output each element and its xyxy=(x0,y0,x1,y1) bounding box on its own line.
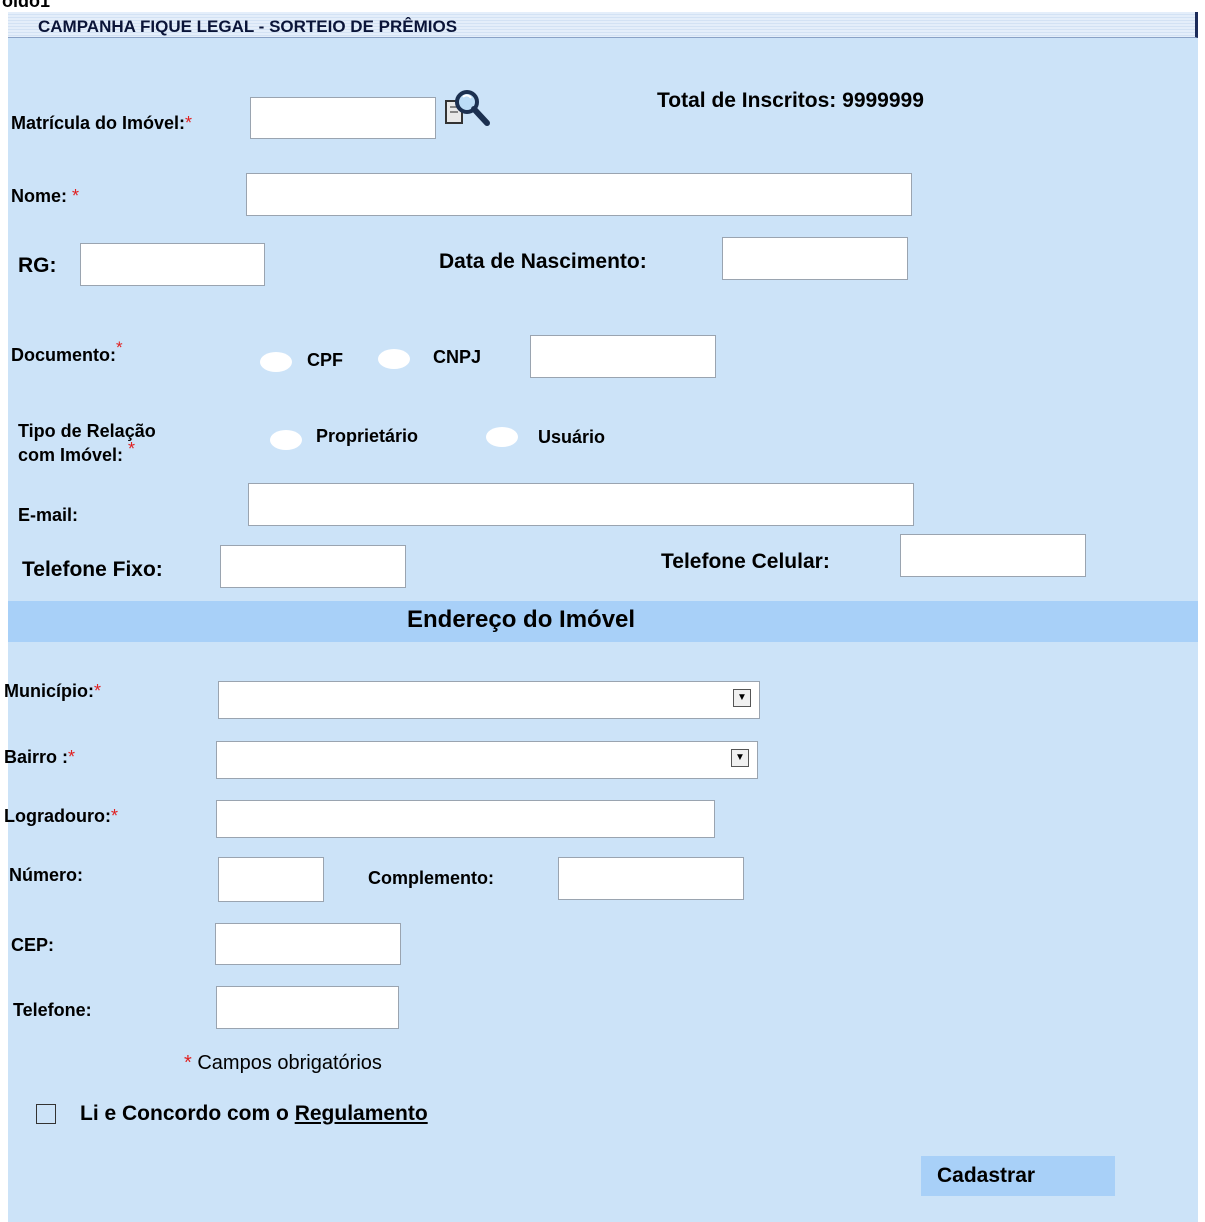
required-mark: * xyxy=(184,1052,192,1074)
bairro-label: Bairro :* xyxy=(4,747,75,768)
frame-title: oldo1 xyxy=(2,0,50,11)
data-nascimento-input[interactable] xyxy=(722,237,908,280)
required-note-text: Campos obrigatórios xyxy=(197,1052,382,1074)
nome-input[interactable] xyxy=(246,173,912,216)
chevron-down-icon[interactable]: ▼ xyxy=(731,749,749,767)
matricula-label: Matrícula do Imóvel:* xyxy=(11,113,192,134)
telefone-input[interactable] xyxy=(216,986,399,1029)
chevron-down-icon[interactable]: ▼ xyxy=(733,689,751,707)
bairro-select[interactable]: ▼ xyxy=(216,741,758,779)
required-mark: * xyxy=(68,747,76,767)
radio-proprietario[interactable] xyxy=(270,430,302,450)
cep-input[interactable] xyxy=(215,923,401,965)
nome-label: Nome: * xyxy=(11,186,79,207)
required-mark: * xyxy=(128,439,136,459)
municipio-label-text: Município: xyxy=(4,681,94,701)
numero-input[interactable] xyxy=(218,857,324,902)
documento-label-text: Documento: xyxy=(11,345,116,365)
cep-label: CEP: xyxy=(11,935,55,955)
logradouro-label-text: Logradouro: xyxy=(4,806,111,826)
municipio-select[interactable]: ▼ xyxy=(218,681,760,719)
total-inscritos: Total de Inscritos: 9999999 xyxy=(657,89,924,112)
logradouro-input[interactable] xyxy=(216,800,715,838)
telefone-label: Telefone: xyxy=(13,1000,92,1020)
tipo-relacao-label-line2: com Imóvel: * xyxy=(18,439,156,467)
telefone-celular-label: Telefone Celular: xyxy=(661,550,830,573)
numero-label: Número: xyxy=(9,865,84,885)
documento-input[interactable] xyxy=(530,335,716,378)
terms-checkbox[interactable] xyxy=(36,1104,56,1124)
radio-usuario[interactable] xyxy=(486,427,518,447)
radio-proprietario-label: Proprietário xyxy=(316,426,419,446)
required-mark: * xyxy=(116,338,123,357)
tipo-relacao-label-text: com Imóvel: xyxy=(18,445,124,465)
required-mark: * xyxy=(93,681,101,701)
nome-label-text: Nome: xyxy=(11,186,68,206)
search-magnifier-icon[interactable] xyxy=(443,87,493,131)
bairro-label-text: Bairro : xyxy=(4,747,69,767)
matricula-label-text: Matrícula do Imóvel: xyxy=(11,113,186,133)
matricula-input[interactable] xyxy=(250,97,436,139)
section-title: Endereço do Imóvel xyxy=(407,606,636,633)
required-mark: * xyxy=(185,113,193,133)
email-label: E-mail: xyxy=(18,505,79,525)
rg-label: RG: xyxy=(18,254,57,277)
radio-cpf-label: CPF xyxy=(307,350,343,370)
page-title: CAMPANHA FIQUE LEGAL - SORTEIO DE PRÊMIO… xyxy=(38,17,458,36)
telefone-fixo-input[interactable] xyxy=(220,545,406,588)
tipo-relacao-label: Tipo de Relação com Imóvel: * xyxy=(18,419,156,467)
required-note: * Campos obrigatórios xyxy=(184,1052,382,1075)
tipo-relacao-label-line1: Tipo de Relação xyxy=(18,421,156,441)
terms-label-text: Li e Concordo com o xyxy=(80,1102,295,1125)
telefone-fixo-label: Telefone Fixo: xyxy=(22,558,163,581)
complemento-label: Complemento: xyxy=(368,868,494,888)
radio-cnpj-label: CNPJ xyxy=(433,347,482,367)
documento-label: Documento:* xyxy=(11,338,123,366)
cadastrar-button[interactable]: Cadastrar xyxy=(921,1156,1115,1196)
logradouro-label: Logradouro:* xyxy=(4,806,118,827)
municipio-label: Município:* xyxy=(4,681,101,702)
complemento-input[interactable] xyxy=(558,857,744,900)
rg-input[interactable] xyxy=(80,243,265,286)
required-mark: * xyxy=(72,186,80,206)
terms-label: Li e Concordo com o Regulamento xyxy=(80,1102,428,1126)
email-input[interactable] xyxy=(248,483,914,526)
regulamento-link[interactable]: Regulamento xyxy=(295,1102,428,1125)
radio-cnpj[interactable] xyxy=(378,349,410,369)
radio-usuario-label: Usuário xyxy=(538,427,606,447)
radio-cpf[interactable] xyxy=(260,352,292,372)
telefone-celular-input[interactable] xyxy=(900,534,1086,577)
data-nascimento-label: Data de Nascimento: xyxy=(439,250,647,273)
required-mark: * xyxy=(110,806,118,826)
